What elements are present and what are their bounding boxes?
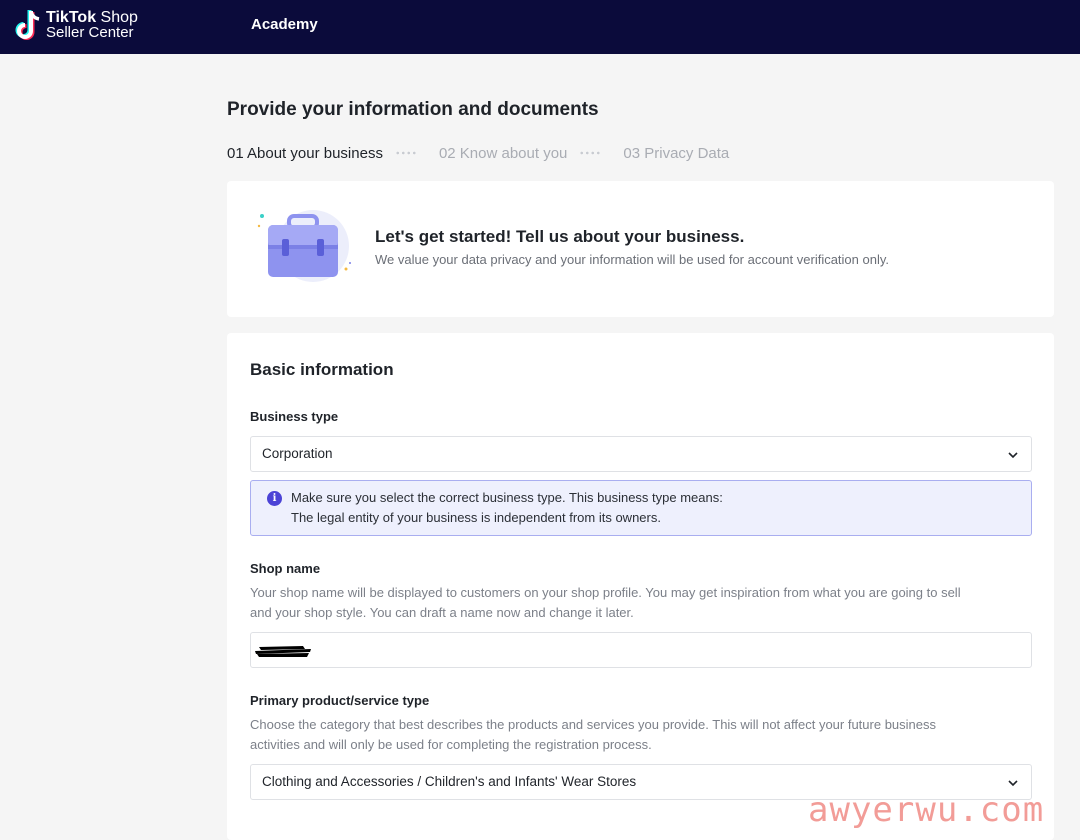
- top-navigation-bar: TikTok Shop Seller Center Academy: [0, 0, 1080, 54]
- nav-academy-link[interactable]: Academy: [251, 16, 318, 33]
- chevron-down-icon: [1008, 780, 1018, 787]
- business-type-notice: i Make sure you select the correct busin…: [250, 480, 1032, 536]
- tiktok-note-icon: [15, 10, 40, 40]
- intro-subtitle: We value your data privacy and your info…: [375, 252, 890, 267]
- shop-name-input[interactable]: [250, 632, 1032, 668]
- step-privacy-data[interactable]: 03 Privacy Data: [623, 145, 729, 162]
- primary-type-value: Clothing and Accessories / Children's an…: [262, 774, 637, 789]
- business-type-label: Business type: [250, 409, 339, 424]
- basic-information-card: Basic information Business type Corporat…: [227, 333, 1054, 840]
- watermark-text: awyerwu.com: [808, 790, 1045, 830]
- primary-type-desc-line-2: activities and will only be used for com…: [250, 737, 652, 752]
- shop-name-description: Your shop name will be displayed to cust…: [250, 583, 1030, 623]
- info-icon: i: [267, 491, 282, 506]
- intro-heading: Let's get started! Tell us about your bu…: [375, 227, 745, 246]
- tiktok-shop-logo[interactable]: TikTok Shop Seller Center: [14, 7, 154, 47]
- primary-type-label: Primary product/service type: [250, 693, 430, 708]
- step-separator: [394, 151, 417, 155]
- primary-type-description: Choose the category that best describes …: [250, 715, 1030, 755]
- primary-type-desc-line-1: Choose the category that best describes …: [250, 717, 937, 732]
- notice-line-2: The legal entity of your business is ind…: [291, 510, 661, 525]
- notice-line-1: Make sure you select the correct busines…: [291, 490, 723, 505]
- shop-name-desc-line-1: Your shop name will be displayed to cust…: [250, 585, 961, 600]
- section-title: Basic information: [250, 360, 394, 379]
- step-separator: [579, 151, 602, 155]
- page-title: Provide your information and documents: [227, 99, 599, 120]
- chevron-down-icon: [1008, 452, 1018, 459]
- progress-stepper: 01 About your business 02 Know about you…: [227, 144, 729, 162]
- business-type-value: Corporation: [262, 446, 333, 461]
- redacted-shop-name: [255, 646, 311, 657]
- shop-name-desc-line-2: and your shop style. You can draft a nam…: [250, 605, 634, 620]
- business-type-select[interactable]: Corporation: [250, 436, 1032, 472]
- shop-name-label: Shop name: [250, 561, 321, 576]
- briefcase-icon: [257, 210, 351, 282]
- step-know-about-you[interactable]: 02 Know about you: [439, 145, 567, 162]
- intro-card: Let's get started! Tell us about your bu…: [227, 181, 1054, 317]
- logo-subtitle: Seller Center: [46, 24, 134, 41]
- step-about-business[interactable]: 01 About your business: [227, 145, 383, 162]
